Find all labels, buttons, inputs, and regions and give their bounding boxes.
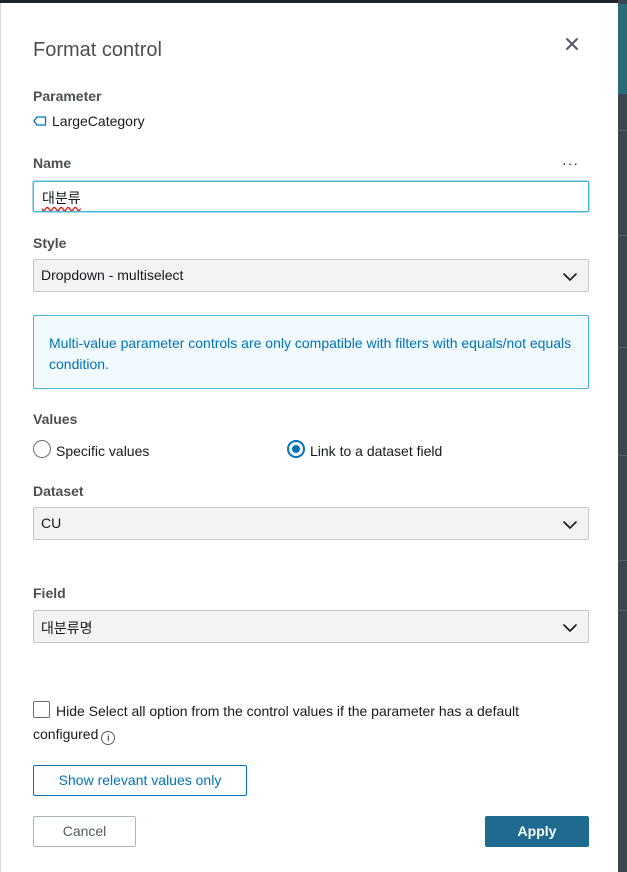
style-select-value: Dropdown - multiselect [41, 267, 184, 283]
style-label: Style [33, 235, 67, 251]
radio-link-dataset-field[interactable] [287, 440, 305, 458]
dataset-select-value: CU [41, 515, 62, 531]
show-relevant-values-button[interactable]: Show relevant values only [33, 765, 247, 796]
info-alert-text: Multi-value parameter controls are only … [49, 335, 572, 372]
parameter-value: LargeCategory [33, 113, 145, 129]
modal-title: Format control [33, 39, 162, 61]
chevron-down-icon [563, 521, 577, 529]
field-select[interactable]: 대분류명 [33, 610, 589, 643]
radio-specific-values-label[interactable]: Specific values [56, 443, 149, 459]
info-alert: Multi-value parameter controls are only … [33, 315, 589, 389]
name-input-value: 대분류 [42, 190, 81, 206]
chevron-down-icon [563, 273, 577, 281]
radio-link-dataset-field-label[interactable]: Link to a dataset field [310, 443, 442, 459]
radio-specific-values[interactable] [33, 440, 51, 458]
dataset-label: Dataset [33, 483, 84, 499]
dataset-select[interactable]: CU [33, 507, 589, 540]
chevron-down-icon [563, 624, 577, 632]
info-icon[interactable]: i [101, 731, 116, 745]
parameter-tag-icon [33, 116, 47, 126]
background-app [618, 0, 627, 872]
parameter-label: Parameter [33, 88, 102, 104]
name-input[interactable]: 대분류 [33, 181, 589, 212]
more-options-icon[interactable]: ··· [562, 155, 579, 171]
apply-button[interactable]: Apply [485, 816, 589, 847]
hide-select-all-label[interactable]: Hide Select all option from the control … [33, 700, 573, 746]
parameter-name: LargeCategory [52, 113, 145, 129]
cancel-button[interactable]: Cancel [33, 816, 136, 847]
field-label: Field [33, 585, 66, 601]
format-control-modal: Format control Parameter LargeCategory N… [0, 3, 618, 872]
name-label: Name [33, 155, 72, 171]
field-select-value: 대분류명 [41, 620, 93, 636]
close-icon[interactable] [563, 35, 581, 53]
values-label: Values [33, 411, 78, 427]
style-select[interactable]: Dropdown - multiselect [33, 259, 589, 292]
